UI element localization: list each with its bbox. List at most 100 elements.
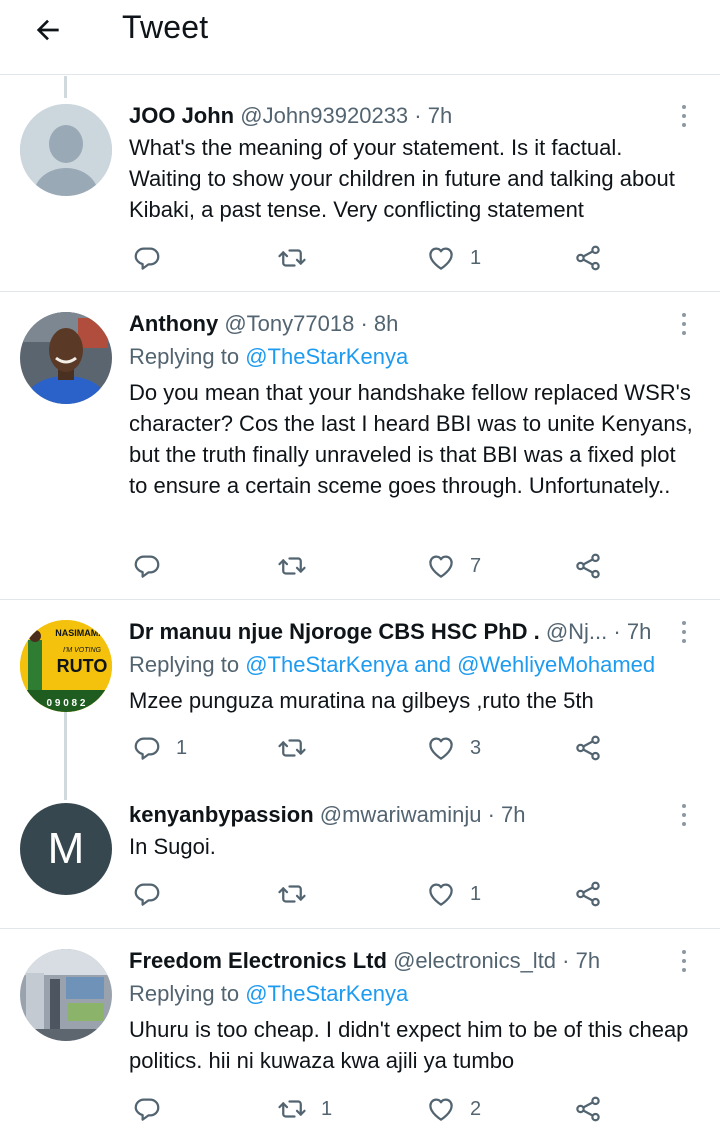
display-name[interactable]: Anthony	[129, 311, 218, 336]
more-options-icon[interactable]	[674, 309, 694, 339]
tweet-text: Uhuru is too cheap. I didn't expect him …	[129, 1017, 689, 1073]
mention-link[interactable]: @TheStarKenya	[245, 344, 408, 369]
back-button[interactable]	[28, 10, 68, 50]
reply-icon	[134, 555, 160, 578]
reply-button[interactable]	[132, 546, 176, 586]
retweet-count: 1	[321, 1097, 333, 1120]
mention-link[interactable]: @TheStarKenya and @WehliyeMohamed	[245, 652, 655, 677]
retweet-button[interactable]	[277, 728, 321, 768]
poster-text-2: I'M VOTING	[63, 647, 101, 654]
poster-text-1: NASIMAMA	[55, 628, 105, 638]
reply-button[interactable]	[132, 238, 176, 278]
timestamp[interactable]: · 7h	[414, 103, 452, 128]
page-title: Tweet	[122, 9, 209, 45]
tweet-text: What's the meaning of your statement. Is…	[129, 135, 675, 222]
tweet-actions: 7	[0, 546, 720, 586]
replying-to: Replying to @TheStarKenya	[129, 342, 408, 372]
user-handle[interactable]: @mwariwaminju	[320, 802, 482, 827]
like-button[interactable]: 1	[426, 874, 481, 914]
poster-text-3: RUTO	[57, 656, 108, 676]
more-options-icon[interactable]	[674, 101, 694, 131]
timestamp[interactable]: · 8h	[360, 311, 398, 336]
replying-to: Replying to @TheStarKenya	[129, 979, 408, 1009]
reply-icon	[134, 247, 160, 270]
tweet[interactable]: Freedom Electronics Ltd @electronics_ltd…	[0, 929, 720, 1136]
tweet-actions: 1 3	[0, 728, 720, 768]
arrow-left-icon	[36, 19, 59, 41]
share-icon	[576, 735, 600, 761]
share-button[interactable]	[573, 546, 603, 586]
share-button[interactable]	[573, 1089, 603, 1129]
reply-button[interactable]	[132, 1089, 176, 1129]
replying-to-label: Replying to	[129, 652, 240, 677]
replying-to-label: Replying to	[129, 344, 240, 369]
like-count: 1	[470, 882, 482, 905]
display-name[interactable]: JOO John	[129, 103, 234, 128]
retweet-button[interactable]	[277, 874, 321, 914]
avatar[interactable]: NASIMAMA I'M VOTING RUTO 0 9 0 8 2	[20, 620, 112, 712]
retweet-button[interactable]	[277, 546, 321, 586]
tweet-text: Mzee punguza muratina na gilbeys ,ruto t…	[129, 688, 594, 713]
tweet-header: JOO John @John93920233 · 7h	[129, 101, 660, 131]
timestamp[interactable]: · 7h	[562, 948, 600, 973]
more-options-icon[interactable]	[674, 800, 694, 830]
like-button[interactable]: 2	[426, 1089, 481, 1129]
share-icon	[576, 881, 600, 907]
tweet[interactable]: M kenyanbypassion @mwariwaminju · 7h In …	[0, 785, 720, 929]
reply-button[interactable]: 1	[132, 728, 187, 768]
tweet-header: Dr manuu njue Njoroge CBS HSC PhD . @Nj.…	[129, 617, 660, 647]
like-button[interactable]: 1	[426, 238, 481, 278]
default-avatar-icon[interactable]	[20, 104, 112, 196]
tweet-actions: 1	[0, 238, 720, 278]
share-button[interactable]	[573, 238, 603, 278]
more-options-icon[interactable]	[674, 617, 694, 647]
mention-link[interactable]: @TheStarKenya	[245, 981, 408, 1006]
share-button[interactable]	[573, 728, 603, 768]
tweet-header: Anthony @Tony77018 · 8h	[129, 309, 660, 339]
top-bar: Tweet	[0, 0, 720, 75]
reply-count: 1	[176, 736, 188, 759]
like-count: 1	[470, 246, 482, 269]
like-count: 3	[470, 736, 482, 759]
tweet-actions: 1 2	[0, 1089, 720, 1129]
retweet-icon	[278, 1100, 306, 1118]
tweet[interactable]: NASIMAMA I'M VOTING RUTO 0 9 0 8 2 Dr ma…	[0, 600, 720, 785]
retweet-button[interactable]: 1	[277, 1089, 332, 1129]
user-handle[interactable]: @John93920233	[240, 103, 408, 128]
retweet-icon	[278, 249, 306, 267]
replying-to-label: Replying to	[129, 981, 240, 1006]
retweet-icon	[278, 557, 306, 575]
reply-icon	[134, 737, 160, 760]
share-button[interactable]	[573, 874, 603, 914]
tweet-actions: 1	[0, 874, 720, 914]
tweet[interactable]: JOO John @John93920233 · 7h What's the m…	[0, 76, 720, 292]
tweet-header: kenyanbypassion @mwariwaminju · 7h	[129, 800, 660, 830]
reply-button[interactable]	[132, 874, 176, 914]
user-handle[interactable]: @Tony77018	[224, 311, 354, 336]
avatar[interactable]	[20, 949, 112, 1041]
display-name[interactable]: Dr manuu njue Njoroge CBS HSC PhD .	[129, 619, 540, 644]
poster-text-4: 0 9 0 8 2	[47, 698, 86, 709]
timestamp[interactable]: · 7h	[613, 619, 651, 644]
timestamp[interactable]: · 7h	[488, 802, 526, 827]
retweet-icon	[278, 885, 306, 903]
display-name[interactable]: Freedom Electronics Ltd	[129, 948, 387, 973]
like-button[interactable]: 7	[426, 546, 481, 586]
retweet-button[interactable]	[277, 238, 321, 278]
share-icon	[576, 1096, 600, 1122]
avatar[interactable]	[20, 312, 112, 404]
avatar-letter: M	[47, 824, 85, 873]
reply-icon	[134, 1098, 160, 1121]
user-handle[interactable]: @Nj...	[546, 619, 607, 644]
tweet-header: Freedom Electronics Ltd @electronics_ltd…	[129, 946, 660, 976]
like-button[interactable]: 3	[426, 728, 481, 768]
reply-icon	[134, 883, 160, 906]
share-icon	[576, 245, 600, 271]
like-count: 2	[470, 1097, 482, 1120]
tweet[interactable]: Anthony @Tony77018 · 8h Replying to @The…	[0, 292, 720, 600]
user-handle[interactable]: @electronics_ltd	[393, 948, 556, 973]
display-name[interactable]: kenyanbypassion	[129, 802, 314, 827]
share-icon	[576, 553, 600, 579]
more-options-icon[interactable]	[674, 946, 694, 976]
heart-icon	[429, 1098, 453, 1121]
